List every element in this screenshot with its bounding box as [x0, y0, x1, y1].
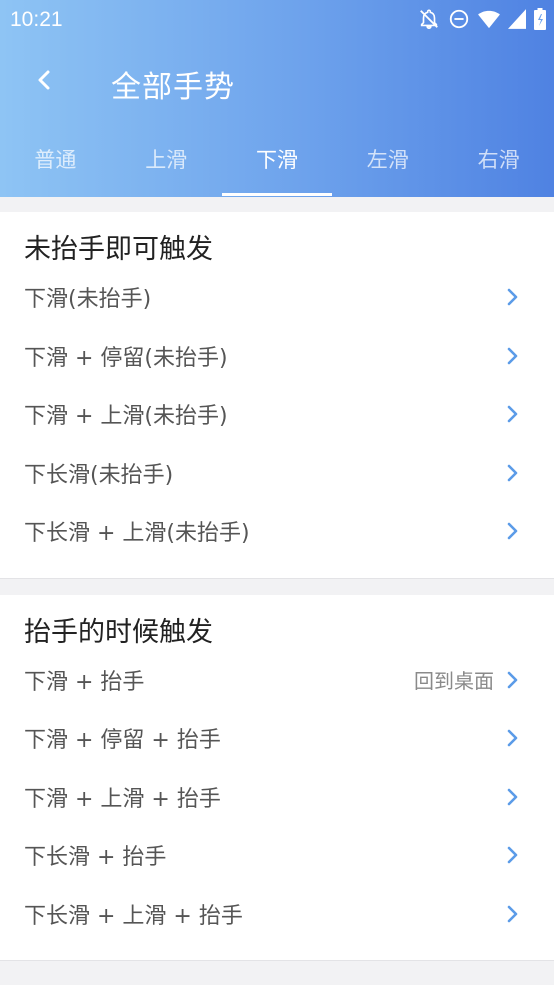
app-header: 10:21 全部手势 普通 上滑 下滑 左滑 右滑 [0, 0, 554, 197]
chevron-left-icon [38, 70, 50, 90]
gesture-action-value: 回到桌面 [414, 669, 494, 694]
section-title: 未抬手即可触发 [24, 234, 213, 265]
chevron-right-icon [507, 405, 518, 423]
section-title: 抬手的时候触发 [24, 616, 213, 648]
tab-swipe-up[interactable]: 上滑 [111, 140, 222, 197]
chevron-right-icon [507, 347, 518, 365]
chevron-right-icon [507, 788, 518, 806]
gesture-label: 下长滑(未抬手) [24, 462, 174, 488]
gesture-row[interactable]: 下滑 + 上滑 + 抬手 [0, 768, 554, 827]
chevron-right-icon [507, 671, 518, 689]
gesture-label: 下滑 + 上滑 + 抬手 [24, 786, 221, 812]
chevron-right-icon [507, 522, 518, 540]
status-time: 10:21 [10, 8, 63, 31]
section-on-release: 抬手的时候触发 下滑 + 抬手 回到桌面 下滑 + 停留 + 抬手 下滑 + 上… [0, 594, 554, 961]
gesture-row[interactable]: 下长滑 + 抬手 [0, 826, 554, 885]
gesture-row[interactable]: 下滑 + 上滑(未抬手) [0, 385, 554, 444]
tab-swipe-down[interactable]: 下滑 [221, 140, 333, 197]
gesture-row[interactable]: 下长滑 + 上滑 + 抬手 [0, 885, 554, 944]
gesture-label: 下长滑 + 上滑(未抬手) [24, 521, 250, 547]
section-before-release: 未抬手即可触发 下滑(未抬手) 下滑 + 停留(未抬手) 下滑 + 上滑(未抬手… [0, 212, 554, 579]
status-icons [418, 8, 546, 30]
gesture-label: 下长滑 + 抬手 [24, 845, 167, 871]
gesture-row[interactable]: 下滑 + 抬手 回到桌面 [0, 651, 554, 710]
signal-icon [508, 9, 526, 29]
back-button[interactable] [28, 64, 60, 96]
chevron-right-icon [507, 464, 518, 482]
wifi-icon [478, 9, 500, 29]
gesture-label: 下滑(未抬手) [24, 287, 152, 313]
gesture-label: 下滑 + 抬手 [24, 669, 145, 695]
notifications-off-icon [418, 8, 440, 30]
chevron-right-icon [507, 288, 518, 306]
status-bar: 10:21 [0, 0, 554, 40]
gesture-tabs: 普通 上滑 下滑 左滑 右滑 [0, 140, 554, 197]
tab-swipe-right[interactable]: 右滑 [443, 140, 554, 197]
tab-swipe-left[interactable]: 左滑 [332, 140, 443, 197]
gesture-row[interactable]: 下滑 + 停留 + 抬手 [0, 709, 554, 768]
page-title: 全部手势 [111, 70, 235, 105]
gesture-label: 下滑 + 上滑(未抬手) [24, 404, 228, 430]
tab-normal[interactable]: 普通 [0, 140, 111, 197]
gesture-row[interactable]: 下长滑(未抬手) [0, 444, 554, 503]
do-not-disturb-icon [448, 8, 470, 30]
gesture-row[interactable]: 下滑(未抬手) [0, 268, 554, 327]
gesture-label: 下滑 + 停留 + 抬手 [24, 728, 221, 754]
gesture-row[interactable]: 下长滑 + 上滑(未抬手) [0, 502, 554, 561]
battery-icon [534, 8, 546, 30]
gesture-row[interactable]: 下滑 + 停留(未抬手) [0, 327, 554, 386]
title-bar: 全部手势 [0, 56, 554, 106]
chevron-right-icon [507, 846, 518, 864]
chevron-right-icon [507, 729, 518, 747]
chevron-right-icon [507, 905, 518, 923]
gesture-label: 下滑 + 停留(未抬手) [24, 345, 228, 371]
gesture-label: 下长滑 + 上滑 + 抬手 [24, 903, 243, 929]
